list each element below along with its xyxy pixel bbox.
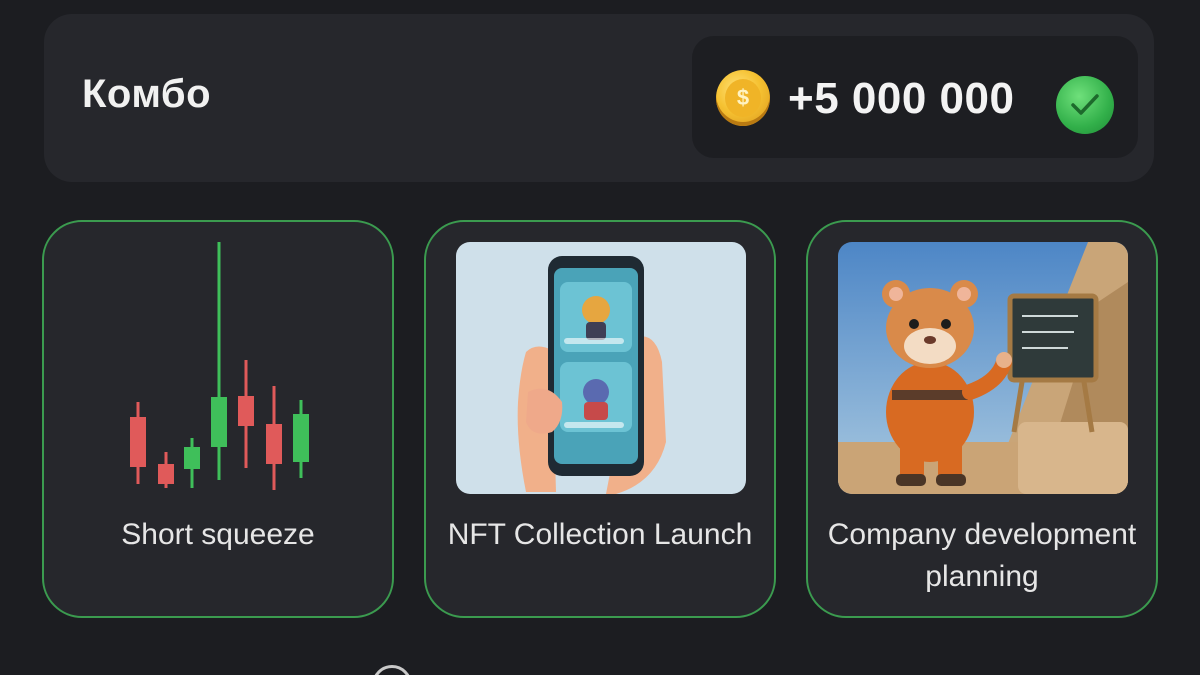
hamster-with-board-image: [838, 242, 1128, 494]
combo-card-nft-collection-launch[interactable]: NFT Collection Launch: [424, 220, 776, 618]
coin-icon: $: [716, 70, 770, 126]
reward-amount: +5 000 000: [788, 74, 1015, 123]
check-icon: [1056, 76, 1114, 134]
partial-icon: [372, 665, 412, 675]
combo-card-short-squeeze[interactable]: Short squeeze: [42, 220, 394, 618]
combo-header: Комбо $ +5 000 000: [44, 14, 1154, 182]
combo-title: Комбо: [82, 72, 212, 116]
card-label: Short squeeze: [121, 518, 315, 551]
phone-in-hand-image: [456, 242, 746, 494]
coin-symbol: $: [725, 79, 761, 117]
combo-reward: $ +5 000 000: [692, 36, 1138, 158]
card-label: NFT Collection Launch: [447, 518, 753, 551]
candlestick-chart-icon: [74, 242, 364, 494]
daily-combo-screen: Комбо $ +5 000 000 Short squeeze NFT Col…: [0, 0, 1200, 675]
combo-card-company-development-planning[interactable]: Company development planning: [806, 220, 1158, 618]
card-label: Company development planning: [827, 518, 1137, 593]
